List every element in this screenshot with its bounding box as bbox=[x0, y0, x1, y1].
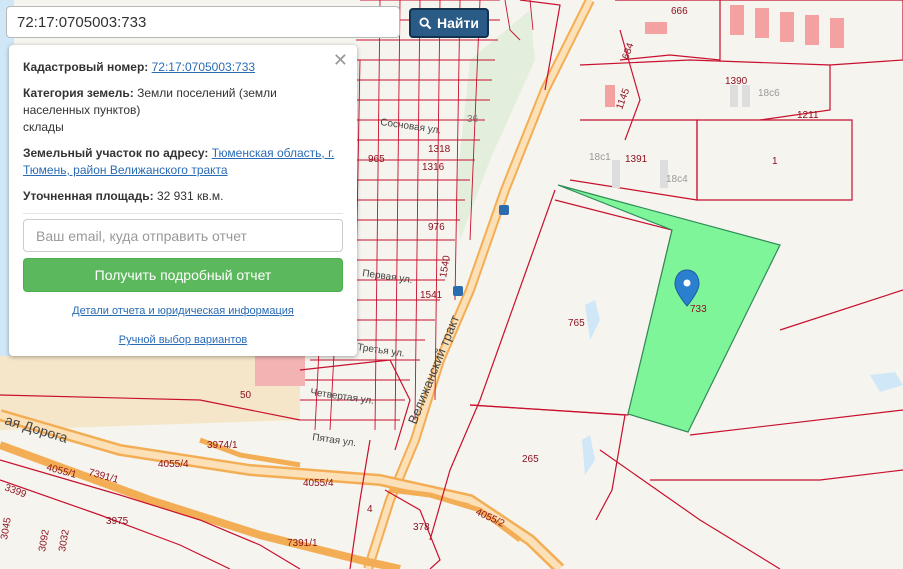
pink-building bbox=[255, 356, 305, 386]
search-input[interactable] bbox=[6, 6, 400, 38]
parcel-label: 1 bbox=[772, 156, 778, 167]
parcel-label: 50 bbox=[240, 390, 252, 401]
search-button[interactable]: Найти bbox=[409, 8, 489, 38]
parcel-label: 3399 bbox=[3, 482, 28, 500]
parcel-label: 1316 bbox=[422, 162, 445, 173]
parcel-boundary bbox=[599, 449, 781, 569]
street-label: Первая ул. bbox=[362, 268, 414, 286]
parcel-label: 3032 bbox=[57, 528, 72, 552]
parcel-label: 18с6 bbox=[758, 88, 780, 99]
parcel-label: 18с4 bbox=[666, 174, 688, 185]
parcel-label: 666 bbox=[671, 6, 688, 17]
pond bbox=[582, 435, 595, 475]
address-label: Земельный участок по адресу: bbox=[23, 146, 209, 160]
parcel-label: 1391 bbox=[625, 154, 648, 165]
parcel-label: 3974/1 bbox=[207, 440, 238, 451]
parcel-label: 1145 bbox=[614, 87, 632, 111]
area-row: Уточненная площадь: 32 931 кв.м. bbox=[23, 188, 343, 205]
parcel-label: 1390 bbox=[725, 76, 748, 87]
building bbox=[805, 15, 819, 45]
street-label: Пятая ул. bbox=[312, 432, 357, 449]
parcel-label: 7391/1 bbox=[287, 538, 318, 549]
road bbox=[0, 411, 563, 569]
building bbox=[742, 85, 750, 107]
manual-select-link[interactable]: Ручной выбор вариантов bbox=[119, 334, 247, 346]
cadastral-row: Кадастровый номер: 72:17:0705003:733 bbox=[23, 59, 343, 76]
parcel-label: 965 bbox=[368, 154, 385, 165]
parcel-boundary bbox=[689, 409, 903, 436]
street-label: Велижанский тракт bbox=[405, 313, 462, 426]
manual-link-wrap: Ручной выбор вариантов bbox=[23, 334, 343, 346]
pond bbox=[870, 372, 903, 392]
parcel-info-panel: ✕ Кадастровый номер: 72:17:0705003:733 К… bbox=[9, 45, 357, 356]
parcel-label: 3092 bbox=[37, 528, 52, 552]
parcel-label: 378 bbox=[413, 522, 430, 533]
pond bbox=[585, 300, 600, 340]
building bbox=[830, 18, 844, 48]
cadastral-label: Кадастровый номер: bbox=[23, 60, 149, 74]
search-button-label: Найти bbox=[437, 15, 479, 31]
email-input[interactable] bbox=[23, 219, 343, 252]
parcel-label: 265 bbox=[522, 454, 539, 465]
parcel-label: 1318 bbox=[428, 144, 451, 155]
category-use: склады bbox=[23, 120, 64, 134]
building bbox=[755, 8, 769, 38]
address-link[interactable]: Тюменская область, г. bbox=[212, 146, 335, 160]
parcel-label: 18с1 bbox=[589, 152, 611, 163]
parcel-label: 3045 bbox=[0, 516, 14, 540]
parcel-boundary bbox=[429, 189, 556, 541]
address-link[interactable]: Тюмень, район Велижанского тракта bbox=[23, 163, 228, 177]
area-value: 32 931 кв.м. bbox=[156, 189, 224, 203]
category-label: Категория земель: bbox=[23, 86, 134, 100]
parcel-label: 36 bbox=[467, 114, 479, 125]
street-label: Третья ул. bbox=[357, 342, 406, 360]
parcel-label: 4055/4 bbox=[303, 478, 334, 489]
search-icon bbox=[419, 16, 432, 29]
parcel-label: 4055/4 bbox=[158, 459, 189, 470]
get-report-button[interactable]: Получить подробный отчет bbox=[23, 258, 343, 292]
parcel-label: 765 bbox=[568, 318, 585, 329]
building bbox=[780, 12, 794, 42]
street-label: Четвертая ул. bbox=[310, 387, 375, 407]
building bbox=[645, 22, 667, 34]
area-label: Уточненная площадь: bbox=[23, 189, 154, 203]
parcel-boundary bbox=[579, 59, 831, 121]
parcel-label: 1540 bbox=[438, 254, 453, 278]
building bbox=[730, 5, 744, 35]
building bbox=[605, 85, 615, 107]
parcel-boundary bbox=[469, 404, 626, 521]
building bbox=[730, 85, 738, 107]
parcel-label: 4 bbox=[367, 504, 373, 515]
address-row: Земельный участок по адресу: Тюменская о… bbox=[23, 145, 343, 179]
parcel-boundary bbox=[779, 289, 903, 331]
parcel-label: 733 bbox=[690, 304, 707, 315]
cadastral-link[interactable]: 72:17:0705003:733 bbox=[152, 60, 255, 74]
divider bbox=[23, 213, 343, 214]
details-link[interactable]: Детали отчета и юридическая информация bbox=[72, 305, 294, 317]
details-link-wrap: Детали отчета и юридическая информация bbox=[23, 305, 343, 317]
parcel-boundary bbox=[650, 469, 903, 481]
building bbox=[612, 160, 620, 188]
category-row: Категория земель: Земли поселений (земли… bbox=[23, 85, 343, 136]
parcel-label: 1541 bbox=[420, 290, 443, 301]
parcel-label: 1211 bbox=[797, 110, 819, 121]
parcel-label: 3975 bbox=[106, 516, 129, 527]
parcel-label: 976 bbox=[428, 222, 445, 233]
